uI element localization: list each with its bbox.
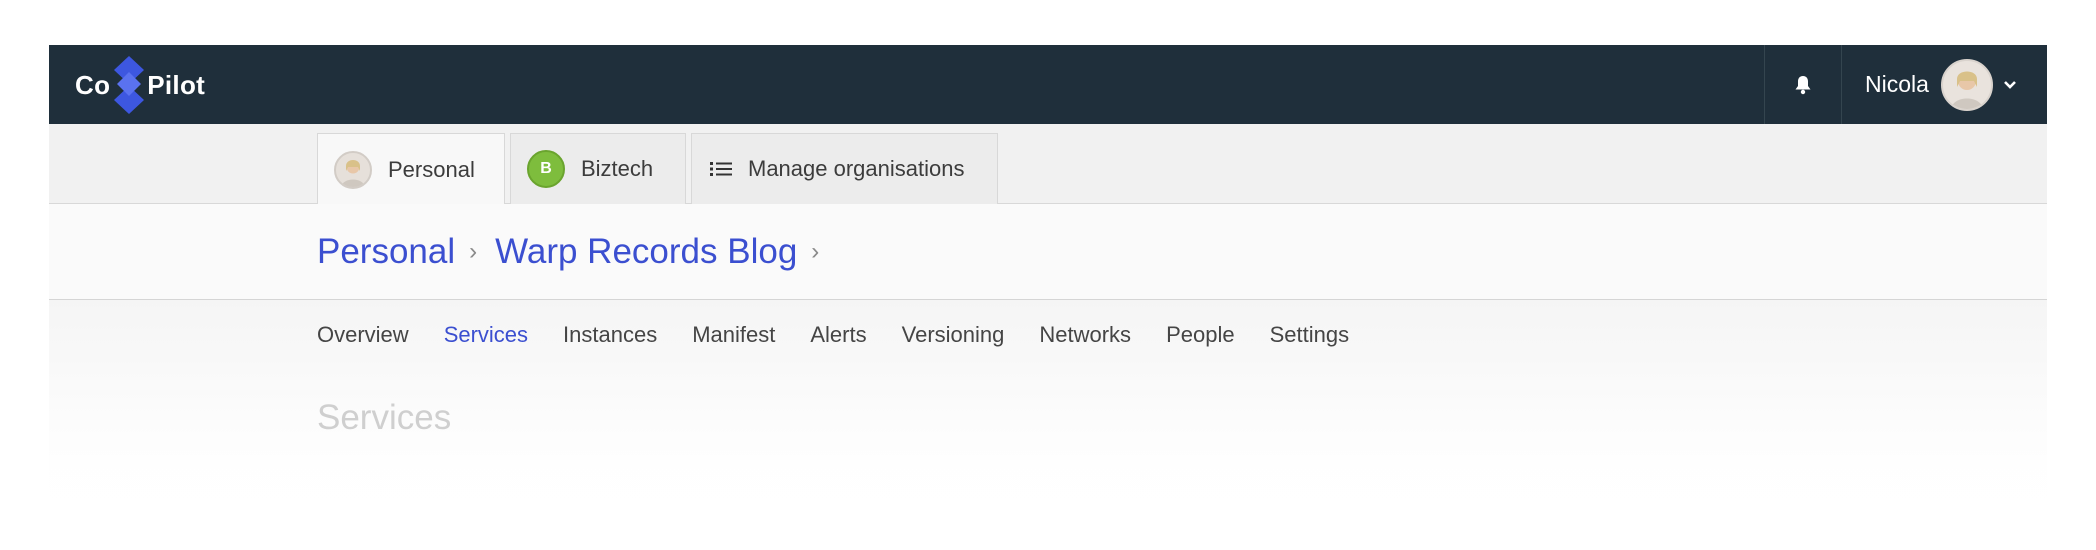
top-bar: Co Pilot Nicola [49, 45, 2047, 124]
personal-avatar [334, 150, 372, 189]
tab-label: Biztech [581, 156, 654, 181]
bell-icon [1795, 75, 1811, 94]
nav-alerts[interactable]: Alerts [810, 322, 866, 348]
nav-networks[interactable]: Networks [1039, 322, 1131, 348]
page-title: Services [317, 398, 452, 437]
project-nav: Overview Services Instances Manifest Ale… [317, 322, 1384, 348]
tab-label: Manage organisations [748, 156, 965, 181]
user-menu[interactable]: Nicola [1865, 45, 2017, 124]
list-icon [710, 162, 732, 176]
breadcrumb-separator-icon: › [811, 238, 820, 265]
logo-mark-icon [114, 56, 145, 114]
breadcrumb-separator-icon: › [469, 238, 478, 265]
nav-services[interactable]: Services [444, 322, 528, 348]
user-name: Nicola [1865, 71, 1929, 97]
logo-text-right: Pilot [147, 69, 206, 100]
breadcrumb-project[interactable]: Warp Records Blog [495, 232, 797, 272]
nav-overview[interactable]: Overview [317, 322, 409, 348]
nav-manifest[interactable]: Manifest [692, 322, 775, 348]
nav-versioning[interactable]: Versioning [902, 322, 1005, 348]
app-frame: Co Pilot Nicola Personal B Biztech Manag… [49, 45, 2047, 530]
copilot-logo[interactable]: Co Pilot [75, 55, 205, 115]
notifications-button[interactable] [1764, 45, 1842, 124]
main-content: Overview Services Instances Manifest Ale… [49, 300, 2047, 530]
biztech-badge: B [527, 150, 565, 188]
tab-label: Personal [388, 156, 475, 182]
breadcrumb: Personal › Warp Records Blog › [317, 204, 837, 300]
breadcrumb-bar: Personal › Warp Records Blog › [49, 204, 2047, 300]
tab-biztech[interactable]: B Biztech [510, 133, 686, 204]
nav-instances[interactable]: Instances [563, 322, 657, 348]
logo-text-left: Co [75, 69, 111, 100]
breadcrumb-personal[interactable]: Personal [317, 232, 455, 272]
user-avatar [1940, 58, 1993, 111]
tab-personal[interactable]: Personal [317, 133, 505, 205]
org-tabs: Personal B Biztech Manage organisations [49, 124, 2047, 205]
tab-manage-organisations[interactable]: Manage organisations [691, 133, 998, 204]
nav-settings[interactable]: Settings [1270, 322, 1350, 348]
fade-overlay [49, 455, 2047, 530]
chevron-down-icon[interactable] [2003, 80, 2017, 90]
nav-people[interactable]: People [1166, 322, 1235, 348]
